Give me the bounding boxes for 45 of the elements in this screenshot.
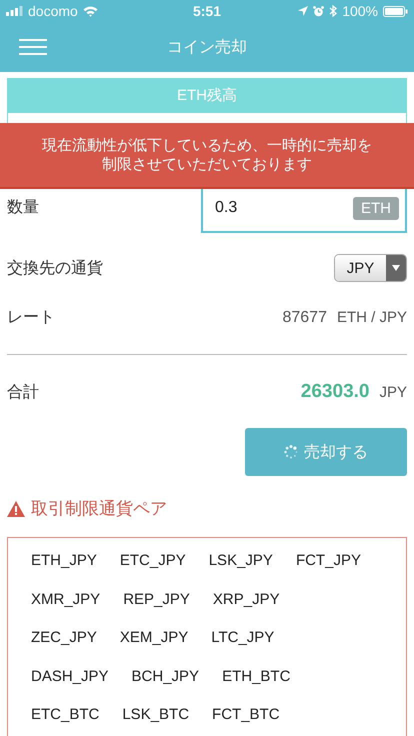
carrier-name: docomo [28,3,78,19]
section-title: 取引制限通貨ペア [31,498,167,520]
currency-pair: XRP_JPY [212,590,280,608]
battery-icon [383,6,408,16]
field-label: 数量 [7,198,39,218]
rate-unit: ETH / JPY [336,308,407,326]
currency-pair: ETC_JPY [120,552,186,569]
field-label: 交換先の通貨 [7,258,103,278]
alert-banner: 現在流動性が低下しているため、一時的に売却を制限させていただいております [0,123,414,189]
currency-pair: DASH_JPY [31,668,109,684]
currency-pair: ETH_JPY [31,552,97,569]
battery-percent: 100% [342,3,378,19]
currency-pair: XMR_JPY [31,590,100,608]
rate-value: 87677 [282,308,327,326]
screen-title: コイン売却 [167,38,247,58]
currency-pair: ETC_BTC [31,706,100,723]
currency-pair: FCT_JPY [296,552,361,569]
currency-pair: REP_JPY [123,590,190,608]
currency-pair: FCT_BTC [212,706,280,723]
currency-pair: BCH_JPY [132,668,200,684]
card-header: ETH残高 [8,79,406,113]
status-time: 5:51 [192,3,222,19]
menu-icon[interactable] [19,39,47,55]
total-value: 26303.0 [300,381,370,403]
currency-pair: XEM_JPY [120,629,188,646]
bluetooth-icon [329,5,338,17]
spinner-icon [284,445,298,459]
field-label: 合計 [7,382,39,402]
field-value: 0.3 [215,199,238,217]
currency-dropdown[interactable]: JPY [334,254,407,282]
currency-pair: LTC_JPY [211,629,274,646]
alarm-clock-icon [313,6,324,16]
currency-pair: ZEC_JPY [31,629,97,646]
currency-pair: LSK_JPY [208,552,273,569]
unit-badge: ETH [353,196,399,220]
quantity-field[interactable]: 0.3 ETH [201,189,407,233]
currency-pair: ETH_BTC [222,668,290,684]
currency-pair: LSK_BTC [122,706,190,723]
warning-icon [7,500,25,516]
location-arrow-icon [298,6,308,16]
field-label: レート [7,308,55,328]
caret-icon [392,265,400,271]
wifi-icon [82,6,98,16]
signal-icon [6,6,23,16]
total-unit: JPY [379,384,407,401]
